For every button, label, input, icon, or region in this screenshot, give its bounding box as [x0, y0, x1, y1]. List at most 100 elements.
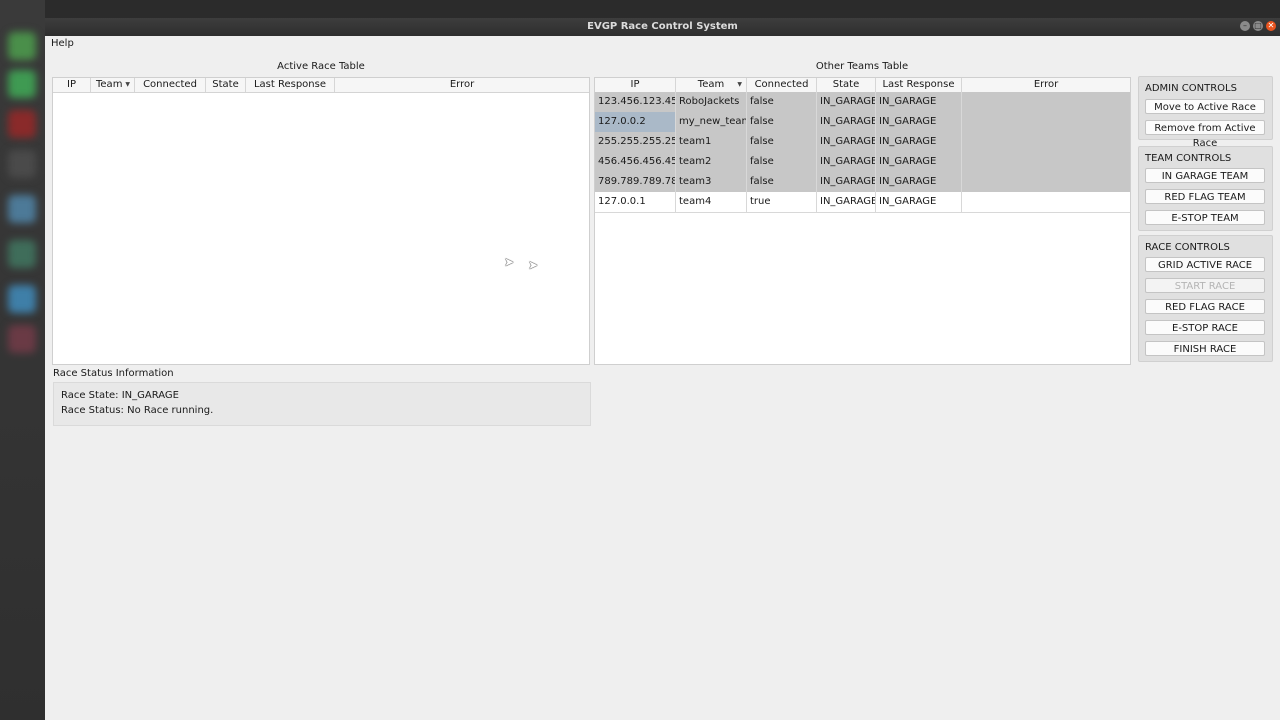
column-header-team[interactable]: Team ▼ — [676, 78, 747, 92]
cell-last-response: IN_GARAGE — [876, 172, 962, 192]
cell-state: IN_GARAGE — [817, 132, 876, 152]
launcher-app-icon — [8, 110, 36, 138]
estop-race-button[interactable]: E-STOP RACE — [1145, 320, 1265, 335]
column-header-ip[interactable]: IP — [595, 78, 676, 92]
cell-state: IN_GARAGE — [817, 92, 876, 112]
cell-ip: 456.456.456.456 — [595, 152, 676, 172]
cell-error — [962, 152, 1130, 172]
window-title: EVGP Race Control System — [587, 21, 738, 32]
cell-connected: false — [747, 172, 817, 192]
column-header-last-response[interactable]: Last Response — [246, 78, 335, 92]
sort-arrow-icon: ▼ — [125, 81, 130, 88]
cell-last-response: IN_GARAGE — [876, 112, 962, 132]
launcher-app-icon — [8, 240, 36, 268]
maximize-icon[interactable]: □ — [1253, 21, 1263, 31]
table-row[interactable]: 255.255.255.255 team1 false IN_GARAGE IN… — [595, 132, 1130, 152]
column-header-connected[interactable]: Connected — [135, 78, 206, 92]
red-flag-race-button[interactable]: RED FLAG RACE — [1145, 299, 1265, 314]
cell-state: IN_GARAGE — [817, 112, 876, 132]
table-header: IP Team ▼ Connected State Last Response E… — [53, 78, 589, 93]
cell-last-response: IN_GARAGE — [876, 92, 962, 112]
remove-from-active-race-button[interactable]: Remove from Active Race — [1145, 120, 1265, 149]
finish-race-button[interactable]: FINISH RACE — [1145, 341, 1265, 356]
menu-help[interactable]: Help — [51, 38, 74, 49]
table-row[interactable]: 456.456.456.456 team2 false IN_GARAGE IN… — [595, 152, 1130, 172]
close-icon[interactable]: ✕ — [1266, 21, 1276, 31]
cell-last-response: IN_GARAGE — [876, 132, 962, 152]
cell-ip: 123.456.123.456 — [595, 92, 676, 112]
cell-team: my_new_team — [676, 112, 747, 132]
team-controls-title: TEAM CONTROLS — [1145, 153, 1232, 164]
admin-controls-group: ADMIN CONTROLS Move to Active Race Remov… — [1138, 76, 1273, 149]
start-race-button[interactable]: START RACE — [1145, 278, 1265, 293]
active-race-table-title: Active Race Table — [277, 61, 365, 72]
active-race-table[interactable]: IP Team ▼ Connected State Last Response E… — [52, 77, 590, 365]
cell-error — [962, 172, 1130, 192]
cell-state: IN_GARAGE — [817, 152, 876, 172]
cell-team: team4 — [676, 192, 747, 212]
cell-last-response: IN_GARAGE — [876, 152, 962, 172]
menu-bar: Help — [45, 36, 1280, 52]
race-controls-title: RACE CONTROLS — [1145, 242, 1230, 253]
launcher-app-icon — [8, 325, 36, 353]
column-header-last-response[interactable]: Last Response — [876, 78, 962, 92]
cell-ip: 127.0.0.1 — [595, 192, 676, 212]
race-status-title: Race Status Information — [53, 368, 174, 379]
cell-error — [962, 112, 1130, 132]
table-header: IP Team ▼ Connected State Last Response E… — [595, 78, 1130, 93]
race-state-text: Race State: IN_GARAGE — [61, 390, 179, 401]
launcher-app-icon — [8, 150, 36, 178]
launcher-app-icon — [8, 285, 36, 313]
race-controls-group: RACE CONTROLS GRID ACTIVE RACE START RAC… — [1138, 235, 1273, 362]
cell-error — [962, 132, 1130, 152]
grid-active-race-button[interactable]: GRID ACTIVE RACE — [1145, 257, 1265, 272]
cell-ip: 127.0.0.2 — [595, 112, 676, 132]
desktop-launcher — [0, 0, 45, 720]
admin-controls-title: ADMIN CONTROLS — [1145, 83, 1237, 94]
cell-team: team2 — [676, 152, 747, 172]
in-garage-team-button[interactable]: IN GARAGE TEAM — [1145, 168, 1265, 183]
other-teams-table[interactable]: IP Team ▼ Connected State Last Response E… — [594, 77, 1131, 365]
column-header-team-label: Team — [96, 79, 123, 90]
column-header-connected[interactable]: Connected — [747, 78, 817, 92]
cell-last-response: IN_GARAGE — [876, 192, 962, 212]
cell-error — [962, 192, 1130, 212]
launcher-app-icon — [8, 32, 36, 60]
cell-connected: false — [747, 152, 817, 172]
minimize-icon[interactable]: – — [1240, 21, 1250, 31]
race-status-text: Race Status: No Race running. — [61, 405, 214, 416]
table-row[interactable]: 127.0.0.2 my_new_team false IN_GARAGE IN… — [595, 112, 1130, 132]
app-window: EVGP Race Control System – □ ✕ Help Acti… — [45, 18, 1280, 720]
table-row[interactable]: 789.789.789.789 team3 false IN_GARAGE IN… — [595, 172, 1130, 192]
title-bar[interactable]: EVGP Race Control System – □ ✕ — [45, 18, 1280, 36]
launcher-app-icon — [8, 70, 36, 98]
column-header-state[interactable]: State — [817, 78, 876, 92]
cell-state: IN_GARAGE — [817, 172, 876, 192]
mouse-pointer-icon: ➤ — [528, 258, 539, 272]
cell-team: RoboJackets — [676, 92, 747, 112]
mouse-pointer-icon: ➤ — [504, 255, 515, 269]
table-row[interactable]: 127.0.0.1 team4 true IN_GARAGE IN_GARAGE — [595, 192, 1130, 213]
cell-ip: 255.255.255.255 — [595, 132, 676, 152]
column-header-ip[interactable]: IP — [53, 78, 91, 92]
column-header-state[interactable]: State — [206, 78, 246, 92]
other-teams-table-title: Other Teams Table — [815, 61, 909, 72]
sort-arrow-icon: ▼ — [737, 81, 742, 88]
estop-team-button[interactable]: E-STOP TEAM — [1145, 210, 1265, 225]
cell-state: IN_GARAGE — [817, 192, 876, 212]
cell-error — [962, 92, 1130, 112]
cell-connected: false — [747, 92, 817, 112]
column-header-team[interactable]: Team ▼ — [91, 78, 135, 92]
table-row[interactable]: 123.456.123.456 RoboJackets false IN_GAR… — [595, 92, 1130, 112]
cell-team: team1 — [676, 132, 747, 152]
column-header-team-label: Team — [697, 79, 725, 90]
cell-connected: false — [747, 132, 817, 152]
race-status-box: Race State: IN_GARAGE Race Status: No Ra… — [53, 382, 591, 426]
column-header-error[interactable]: Error — [335, 78, 589, 92]
cell-connected: false — [747, 112, 817, 132]
move-to-active-race-button[interactable]: Move to Active Race — [1145, 99, 1265, 114]
cell-ip: 789.789.789.789 — [595, 172, 676, 192]
launcher-app-icon — [8, 195, 36, 223]
column-header-error[interactable]: Error — [962, 78, 1130, 92]
red-flag-team-button[interactable]: RED FLAG TEAM — [1145, 189, 1265, 204]
